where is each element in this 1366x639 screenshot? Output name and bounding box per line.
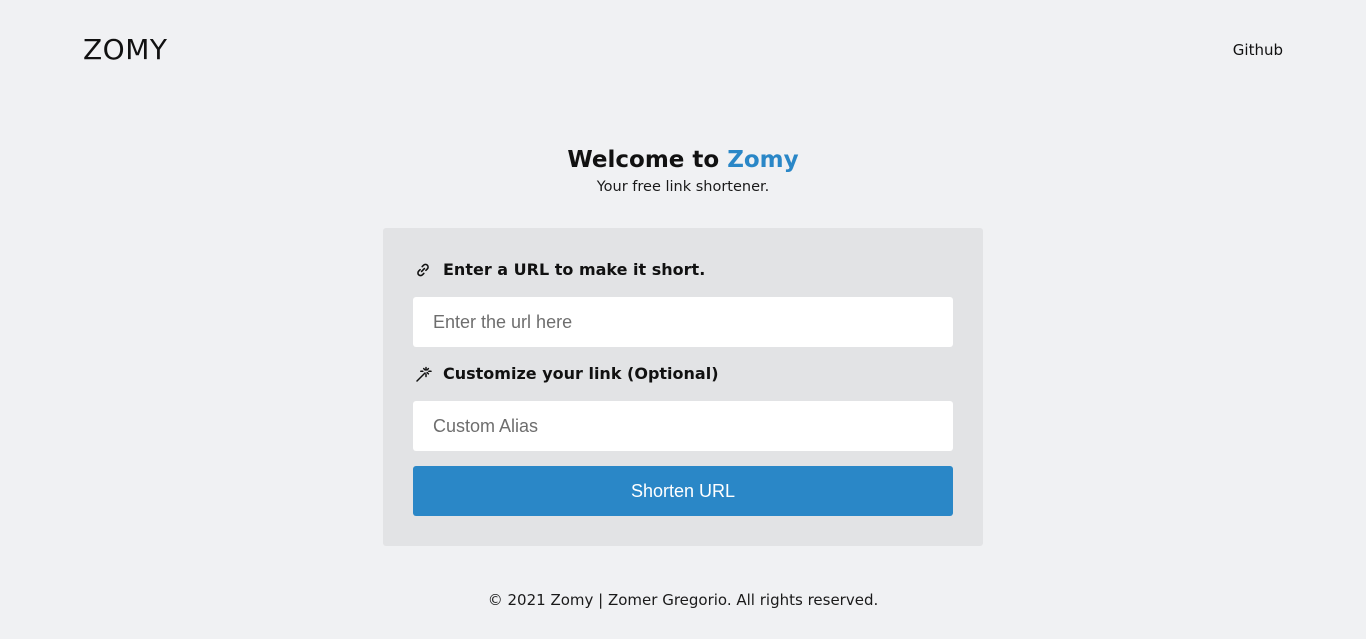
page-subtitle: Your free link shortener.	[596, 179, 770, 195]
alias-field-label: Customize your link (Optional)	[413, 363, 719, 385]
page-title: Welcome to Zomy	[0, 145, 1366, 175]
url-input[interactable]	[413, 297, 953, 347]
url-label-text: Enter a URL to make it short.	[443, 260, 706, 279]
link-icon	[413, 260, 433, 280]
title-prefix: Welcome to	[567, 147, 728, 173]
github-link[interactable]: Github	[1233, 40, 1283, 60]
custom-alias-input[interactable]	[413, 401, 953, 451]
site-logo[interactable]: ZOMY	[83, 33, 167, 67]
footer-copyright: © 2021 Zomy | Zomer Gregorio. All rights…	[487, 591, 879, 609]
shortener-form-card: Enter a URL to make it short. Customize …	[383, 228, 983, 546]
title-brand: Zomy	[727, 147, 799, 173]
hero-section: Welcome to Zomy Your free link shortener…	[0, 145, 1366, 197]
url-field-label: Enter a URL to make it short.	[413, 259, 705, 281]
shorten-url-button[interactable]: Shorten URL	[413, 466, 953, 516]
alias-label-text: Customize your link (Optional)	[443, 364, 719, 383]
magic-wand-icon	[413, 364, 433, 384]
